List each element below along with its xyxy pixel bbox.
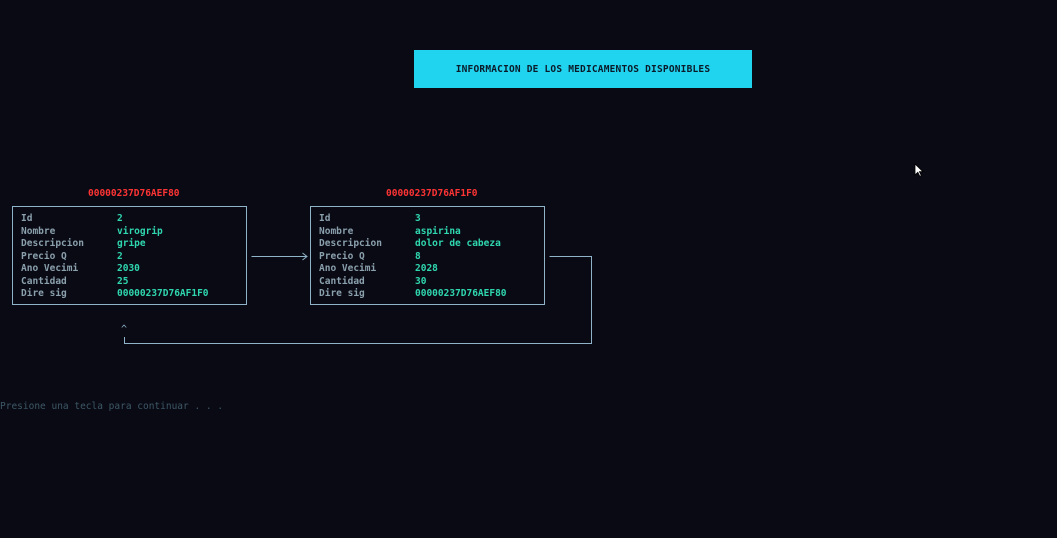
mouse-cursor-icon	[914, 163, 924, 180]
continue-prompt: Presione una tecla para continuar . . .	[0, 401, 224, 412]
link-lines	[124, 252, 592, 344]
return-link-caret: ^	[121, 324, 128, 335]
return-link-line	[124, 256, 592, 344]
